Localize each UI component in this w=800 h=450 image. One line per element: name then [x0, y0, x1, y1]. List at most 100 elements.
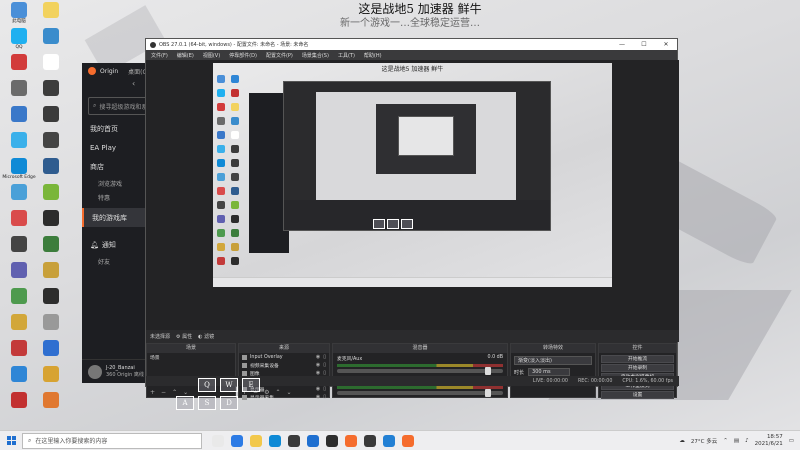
desktop-icon[interactable]	[34, 106, 68, 123]
desktop-icon[interactable]	[2, 392, 36, 409]
preview-app-icon	[217, 257, 225, 265]
volume-icon[interactable]: ♪	[745, 438, 749, 444]
source-item[interactable]: Input Overlay ◉ ▯	[239, 353, 329, 361]
desktop-icon[interactable]	[34, 2, 68, 19]
start-streaming-button[interactable]: 开始推流	[601, 355, 674, 363]
obs-preview-area[interactable]: 这是战地5 加速器 鲜牛	[146, 60, 679, 330]
taskbar-app-icon[interactable]	[212, 434, 224, 447]
desktop-icon[interactable]	[34, 314, 68, 331]
desktop-icon[interactable]	[34, 392, 68, 409]
taskbar-search-placeholder: 在这里输入你要搜索的内容	[35, 438, 108, 445]
start-recording-button[interactable]: 开始录制	[601, 364, 674, 372]
taskbar-app-icon[interactable]	[364, 434, 376, 447]
volume-slider[interactable]	[337, 389, 503, 397]
close-button[interactable]: ✕	[655, 39, 677, 50]
desktop-icon[interactable]	[2, 210, 36, 227]
remove-scene-button[interactable]: −	[161, 389, 166, 396]
transition-select[interactable]: 渐变(淡入淡出)	[514, 356, 592, 365]
minimize-button[interactable]: —	[611, 39, 633, 50]
desktop-icon[interactable]: 此电脑	[2, 2, 36, 25]
preview-obs-window	[283, 81, 551, 231]
desktop-icon[interactable]	[34, 340, 68, 357]
menu-view[interactable]: 视图(V)	[203, 52, 220, 59]
preview-key	[401, 219, 413, 229]
properties-button[interactable]: ⚙ 属性	[176, 333, 192, 340]
menu-profile[interactable]: 配置文件(P)	[266, 52, 293, 59]
menu-scene-collection[interactable]: 场景集合(S)	[302, 52, 329, 59]
eye-icon[interactable]: ◉	[316, 362, 320, 368]
app-icon	[11, 262, 27, 278]
desktop-icon[interactable]	[34, 158, 68, 175]
preview-overlay-title: 这是战地5 加速器 鲜牛	[381, 66, 444, 73]
menu-edit[interactable]: 编辑(E)	[177, 52, 194, 59]
filters-button[interactable]: ◐ 滤镜	[198, 333, 214, 340]
taskbar-search-input[interactable]: ⌕ 在这里输入你要搜索的内容	[22, 432, 202, 449]
network-icon[interactable]: ▤	[734, 438, 739, 444]
desktop-icon[interactable]	[2, 236, 36, 253]
preview-app-icon	[231, 89, 239, 97]
desktop-icon[interactable]	[2, 80, 36, 97]
desktop-icon[interactable]	[34, 262, 68, 279]
desktop-icon[interactable]	[2, 132, 36, 149]
desktop-icon[interactable]	[2, 184, 36, 201]
scene-item[interactable]: 场景	[147, 353, 235, 361]
obs-preview-canvas[interactable]: 这是战地5 加速器 鲜牛	[213, 63, 612, 287]
controls-dock-header: 控件	[599, 344, 676, 353]
maximize-button[interactable]: ☐	[633, 39, 655, 50]
add-scene-button[interactable]: +	[150, 389, 155, 396]
desktop-icon[interactable]	[34, 28, 68, 45]
desktop-icon[interactable]	[34, 236, 68, 253]
key-s: S	[198, 396, 216, 410]
desktop-icon[interactable]: Microsoft Edge	[2, 158, 36, 181]
source-item[interactable]: 视频采集设备 ◉ ▯	[239, 361, 329, 369]
taskbar-app-icon[interactable]	[231, 434, 243, 447]
desktop-icon[interactable]	[34, 184, 68, 201]
desktop-icon[interactable]	[2, 288, 36, 305]
key-e: E	[242, 378, 260, 392]
move-up-button[interactable]: ⌃	[275, 389, 280, 396]
cpu-fps: CPU: 1.6%, 60.00 fps	[622, 378, 673, 384]
start-button[interactable]	[0, 431, 22, 450]
taskbar-app-icon[interactable]	[269, 434, 281, 447]
key-d: D	[220, 396, 238, 410]
lock-icon[interactable]: ▯	[323, 362, 326, 368]
desktop-icon[interactable]	[34, 54, 68, 71]
desktop-icon[interactable]	[2, 262, 36, 279]
desktop-icon[interactable]	[2, 314, 36, 331]
key-w: W	[220, 378, 238, 392]
menu-tools[interactable]: 工具(T)	[338, 52, 355, 59]
desktop-icon[interactable]	[34, 80, 68, 97]
desktop-icon[interactable]	[2, 106, 36, 123]
taskbar-app-icon[interactable]	[402, 434, 414, 447]
desktop-icon[interactable]	[2, 366, 36, 383]
duration-input[interactable]: 300 ms	[528, 368, 570, 376]
notification-icon[interactable]: ▭	[789, 438, 794, 444]
taskbar-app-icon[interactable]	[250, 434, 262, 447]
desktop-icon[interactable]	[34, 288, 68, 305]
desktop-icon[interactable]	[34, 366, 68, 383]
chevron-up-icon[interactable]: ⌃	[723, 438, 728, 444]
menu-file[interactable]: 文件(F)	[151, 52, 168, 59]
volume-slider-handle[interactable]	[485, 367, 491, 375]
menu-docks[interactable]: 停靠部件(D)	[229, 52, 257, 59]
lock-icon[interactable]: ▯	[323, 354, 326, 360]
desktop-icon[interactable]	[34, 210, 68, 227]
desktop-icon[interactable]	[2, 340, 36, 357]
desktop-icon[interactable]: QQ	[2, 28, 36, 51]
desktop-icon[interactable]	[34, 132, 68, 149]
volume-slider-handle[interactable]	[485, 389, 491, 397]
taskbar-clock[interactable]: 18:57 2021/6/21	[755, 434, 783, 448]
desktop-icon[interactable]	[2, 54, 36, 71]
obs-titlebar[interactable]: OBS 27.0.1 (64-bit, windows) - 配置文件: 未命名…	[146, 39, 677, 50]
move-down-button[interactable]: ⌄	[286, 389, 291, 396]
taskbar-app-icon[interactable]	[326, 434, 338, 447]
taskbar-app-icon[interactable]	[345, 434, 357, 447]
settings-button[interactable]: 设置	[601, 391, 674, 399]
taskbar-app-icon[interactable]	[383, 434, 395, 447]
taskbar-app-icon[interactable]	[288, 434, 300, 447]
taskbar-app-icon[interactable]	[307, 434, 319, 447]
eye-icon[interactable]: ◉	[316, 354, 320, 360]
volume-slider[interactable]	[337, 367, 503, 375]
mixer-channel-db: 0.0 dB	[487, 355, 504, 360]
menu-help[interactable]: 帮助(H)	[364, 52, 382, 59]
